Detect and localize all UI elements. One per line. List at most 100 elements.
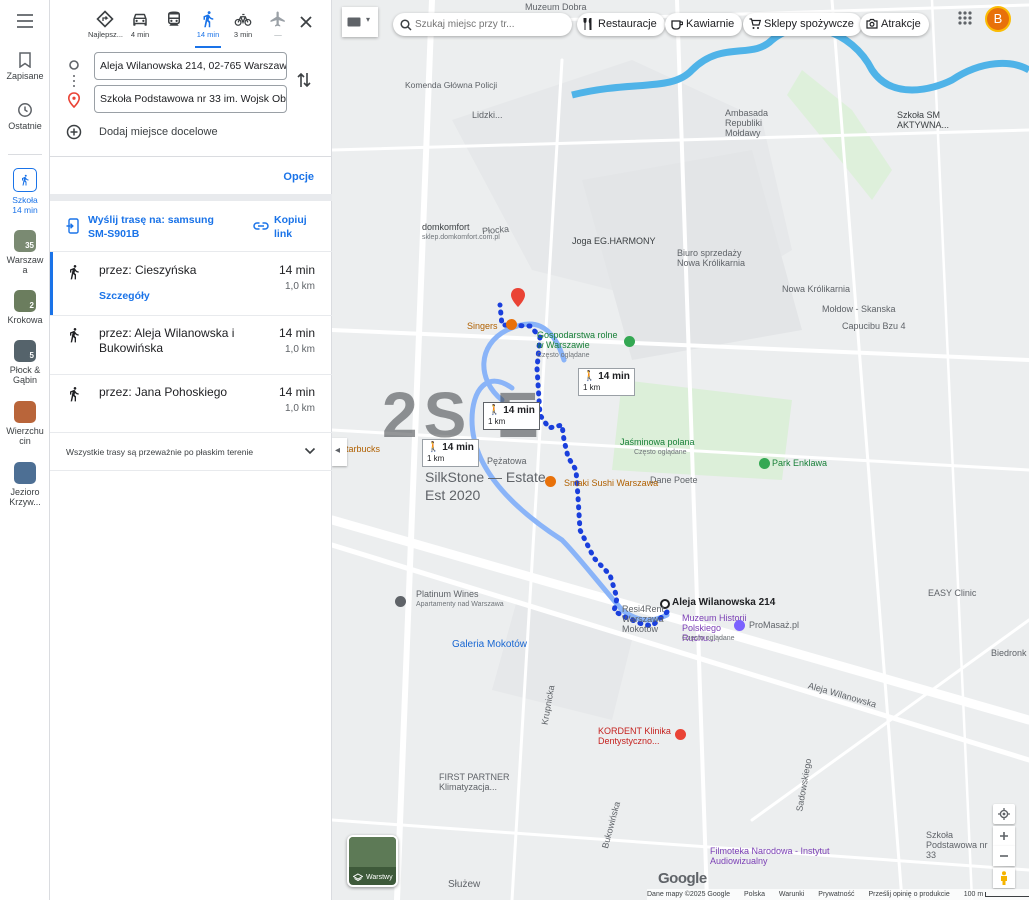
directions-panel: Najlepsz... 4 min 14 min 3 min — Dodaj m…: [50, 0, 332, 900]
chip-label: Kawiarnie: [686, 18, 735, 30]
route-time-box[interactable]: 🚶 14 min 1 km: [483, 402, 540, 430]
mode-label: 3 min: [233, 30, 253, 39]
map-label: Szkoła SM AKTYWNA...: [897, 110, 950, 130]
mode-walk[interactable]: 14 min: [191, 10, 225, 48]
chip-grocery[interactable]: Sklepy spożywcze: [743, 13, 862, 36]
mode-label: —: [274, 30, 282, 39]
chevron-down-icon: ▾: [366, 15, 371, 24]
car-icon: [133, 13, 147, 26]
map-search-box[interactable]: [393, 13, 572, 36]
route-option-selected[interactable]: przez: Cieszyńska 14 min 1,0 km Szczegół…: [50, 251, 332, 315]
swap-button[interactable]: [296, 71, 316, 91]
time-box-time: 14 min: [598, 371, 630, 382]
zoom-out-button[interactable]: [993, 846, 1015, 866]
rail-current-route[interactable]: Szkoła 14 min: [0, 168, 50, 215]
rail-history-item[interactable]: Jezioro Krzyw...: [0, 462, 50, 507]
close-directions-button[interactable]: [296, 12, 316, 32]
saved-label: Zapisane: [6, 71, 44, 81]
selected-indicator: [50, 252, 53, 315]
keyboard-input-button[interactable]: ▾: [342, 7, 378, 37]
scale-bar: [985, 891, 1029, 897]
map-label: Jaśminowa polana: [620, 437, 695, 447]
send-route-label: Wyślij trasę na: samsung SM-S901B: [88, 214, 214, 240]
mode-car[interactable]: 4 min: [123, 10, 157, 39]
recent-label: Ostatnie: [8, 121, 42, 131]
add-destination-label: Dodaj miejsce docelowe: [99, 126, 218, 138]
mode-bike[interactable]: 3 min: [226, 10, 260, 39]
street-view-pegman-button[interactable]: [993, 868, 1015, 888]
rail-current-label: Szkoła: [12, 195, 38, 205]
chip-cafes[interactable]: Kawiarnie: [665, 13, 743, 36]
rail-history-item[interactable]: 35 Warszaw a: [0, 230, 50, 275]
route-duration: 14 min: [278, 385, 315, 399]
menu-button[interactable]: [0, 14, 50, 31]
map-canvas[interactable]: ▾ Restauracje Kawiarnie Sklepy spożywcze…: [332, 0, 1029, 900]
saved-button[interactable]: Zapisane: [0, 52, 50, 81]
rail-history-item[interactable]: 2 Krokowa: [0, 290, 50, 325]
cart-icon: [749, 18, 761, 29]
rail-history-item[interactable]: Wierzchu cin: [0, 401, 50, 446]
add-destination-button[interactable]: Dodaj miejsce docelowe: [66, 122, 266, 142]
close-icon: [300, 16, 312, 28]
route-duration: 14 min: [278, 263, 315, 277]
scale-label[interactable]: 100 m: [964, 891, 983, 898]
map-label: Smaki Sushi Warszawa: [564, 478, 659, 488]
account-avatar[interactable]: B: [985, 6, 1011, 32]
origin-input[interactable]: [94, 52, 287, 80]
route-option[interactable]: przez: Aleja Wilanowska i Bukowińska 14 …: [50, 315, 332, 374]
chip-label: Restauracje: [598, 18, 657, 30]
map-label: Biuro sprzedaży Nowa Królikarnia: [677, 248, 746, 268]
layers-icon: [353, 873, 363, 882]
collapse-panel-button[interactable]: ◂: [332, 438, 347, 466]
shop-poi-icon: [395, 596, 406, 607]
apps-button[interactable]: [958, 11, 974, 27]
layers-button[interactable]: Warstwy: [347, 835, 398, 887]
keyboard-icon: [347, 17, 361, 27]
history-thumb-count: 35: [25, 241, 34, 250]
mode-transit[interactable]: [157, 10, 191, 30]
map-label: Filmoteka Narodowa - Instytut Audiowizua…: [710, 846, 830, 866]
mode-flight[interactable]: —: [261, 10, 295, 39]
map-label: Platinum Wines: [416, 589, 479, 599]
map-label: domkomfort: [422, 222, 470, 232]
zoom-in-button[interactable]: [993, 826, 1015, 846]
chip-label: Sklepy spożywcze: [764, 18, 854, 30]
terms-link[interactable]: Warunki: [779, 891, 804, 898]
region-link[interactable]: Polska: [744, 891, 765, 898]
destination-input[interactable]: [94, 85, 287, 113]
copy-link-button[interactable]: Kopiuj link: [253, 211, 323, 241]
map-label: Park Enklawa: [772, 458, 828, 468]
route-option[interactable]: przez: Jana Pohoskiego 14 min 1,0 km: [50, 374, 332, 432]
diamond-route-icon: [96, 10, 114, 28]
chip-attractions[interactable]: Atrakcje: [860, 13, 929, 36]
terrain-note-row[interactable]: Wszystkie trasy są przeważnie po płaskim…: [50, 432, 332, 471]
route-details-button[interactable]: Szczegóły: [99, 290, 150, 302]
mode-label: 4 min: [130, 30, 150, 39]
map-label: Muzeum Dobra: [525, 2, 587, 12]
plus-icon: [1000, 832, 1008, 840]
feedback-link[interactable]: Prześlij opinię o produkcie: [868, 891, 949, 898]
map-label: Biedronk: [991, 648, 1027, 658]
map-label: Ambasada Republiki Mołdawy: [725, 108, 769, 138]
map-label: Służew: [448, 879, 481, 890]
send-to-phone-icon: [66, 218, 79, 234]
chevron-down-icon: [304, 447, 316, 455]
map-label: Często oglądane: [634, 449, 687, 456]
options-button[interactable]: Opcje: [283, 171, 314, 183]
satellite-thumbnail: [349, 837, 396, 867]
food-poi-icon: [545, 476, 556, 487]
route-time-box[interactable]: 🚶 14 min 1 km: [578, 368, 635, 396]
map-search-input[interactable]: [415, 16, 565, 33]
route-time-box[interactable]: 🚶 14 min 1 km: [422, 439, 479, 467]
map-label: Często oglądane: [682, 635, 735, 642]
map-label: Gospodarstwa rolne w Warszawie: [537, 330, 618, 350]
rail-history-item[interactable]: 5 Płock & Gąbin: [0, 340, 50, 385]
link-icon: [253, 222, 269, 230]
my-location-button[interactable]: [993, 804, 1015, 824]
send-route-button[interactable]: Wyślij trasę na: samsung SM-S901B: [66, 211, 231, 241]
recent-button[interactable]: Ostatnie: [0, 102, 50, 131]
bookmark-icon: [19, 52, 31, 68]
privacy-link[interactable]: Prywatność: [818, 891, 854, 898]
chip-restaurants[interactable]: Restauracje: [577, 13, 665, 36]
mode-best[interactable]: Najlepsz...: [88, 10, 123, 39]
